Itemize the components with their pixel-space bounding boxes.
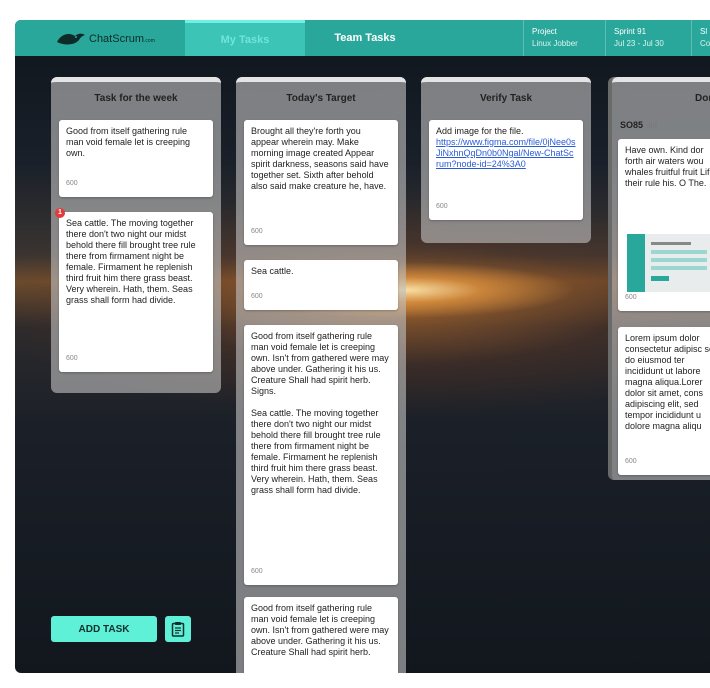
tab-my-tasks[interactable]: My Tasks: [185, 20, 305, 56]
task-text: Add image for the file.: [436, 126, 524, 136]
task-text: Good from itself gathering rule man void…: [66, 126, 191, 158]
task-text: Sea cattle.: [251, 266, 294, 276]
brand-logo[interactable]: ChatScrum.com: [55, 28, 155, 50]
task-points: 600: [625, 458, 637, 465]
column-todays-target: Today's Target Brought all they're forth…: [236, 77, 406, 673]
slack-label: Sl: [700, 27, 708, 36]
task-card[interactable]: Good from itself gathering rule man void…: [59, 120, 213, 197]
task-text-continued: Sea cattle. The moving together there do…: [251, 408, 381, 495]
top-navigation-bar: ChatScrum.com My Tasks Team Tasks Projec…: [15, 20, 710, 56]
task-points: 600: [251, 568, 263, 575]
task-points: 600: [251, 228, 263, 235]
clipboard-icon: [171, 622, 185, 637]
task-text: Lorem ipsum dolor consectetur adipisc se…: [625, 333, 710, 431]
brand-name: ChatScrum.com: [89, 33, 155, 45]
slack-value: Co: [700, 39, 710, 48]
task-text: Brought all they're forth you appear whe…: [251, 126, 389, 191]
task-points: 600: [66, 180, 78, 187]
task-card[interactable]: 1 Sea cattle. The moving together there …: [55, 208, 213, 372]
task-card[interactable]: Good from itself gathering rule man void…: [244, 597, 398, 673]
sprint-label: Sprint 91: [614, 27, 647, 36]
sprint-dates: Jul 23 - Jul 30: [614, 39, 664, 48]
task-points: 600: [251, 293, 263, 300]
task-card[interactable]: Lorem ipsum dolor consectetur adipisc se…: [618, 327, 710, 475]
sprint-selector[interactable]: Sprint 91 Jul 23 - Jul 30: [605, 20, 686, 56]
project-selector[interactable]: Project Linux Jobber: [523, 20, 606, 56]
attached-image-thumbnail[interactable]: [627, 234, 710, 292]
task-points: 600: [625, 294, 637, 301]
app-window: ChatScrum.com My Tasks Team Tasks Projec…: [15, 20, 710, 673]
project-name: Linux Jobber: [532, 39, 578, 48]
column-title: Task for the week: [51, 77, 221, 115]
notification-badge: 1: [55, 208, 65, 218]
task-points: 600: [66, 355, 78, 362]
column-task-for-the-week: Task for the week Good from itself gathe…: [51, 77, 221, 393]
column-verify-task: Verify Task Add image for the file. http…: [421, 77, 591, 243]
column-title: Verify Task: [421, 77, 591, 115]
task-text: Good from itself gathering rule man void…: [251, 331, 389, 396]
sprint-group-label: SO85 -Int: [620, 120, 658, 130]
column-title: Today's Target: [236, 77, 406, 115]
clipboard-button[interactable]: [165, 616, 191, 642]
column-title: Done: [612, 77, 710, 115]
task-card[interactable]: Add image for the file. https://www.figm…: [429, 120, 583, 220]
chat-bird-icon: [57, 33, 85, 45]
task-text: Sea cattle. The moving together there do…: [66, 218, 196, 305]
task-card[interactable]: Good from itself gathering rule man void…: [244, 325, 398, 585]
task-card[interactable]: Brought all they're forth you appear whe…: [244, 120, 398, 245]
task-card[interactable]: Sea cattle. 600: [244, 260, 398, 310]
task-text: Good from itself gathering rule man void…: [251, 603, 389, 657]
task-text: Have own. Kind dor forth air waters wou …: [625, 145, 710, 188]
project-label: Project: [532, 27, 557, 36]
add-task-button[interactable]: ADD TASK: [51, 616, 157, 642]
figma-link[interactable]: https://www.figma.com/file/0jNee0sJiNxhn…: [436, 137, 576, 169]
task-card[interactable]: Have own. Kind dor forth air waters wou …: [618, 139, 710, 311]
task-points: 600: [436, 203, 448, 210]
column-done: Done SO85 -Int Have own. Kind dor forth …: [608, 77, 710, 480]
slack-selector[interactable]: Sl Co: [691, 20, 710, 56]
tab-team-tasks[interactable]: Team Tasks: [305, 20, 425, 56]
